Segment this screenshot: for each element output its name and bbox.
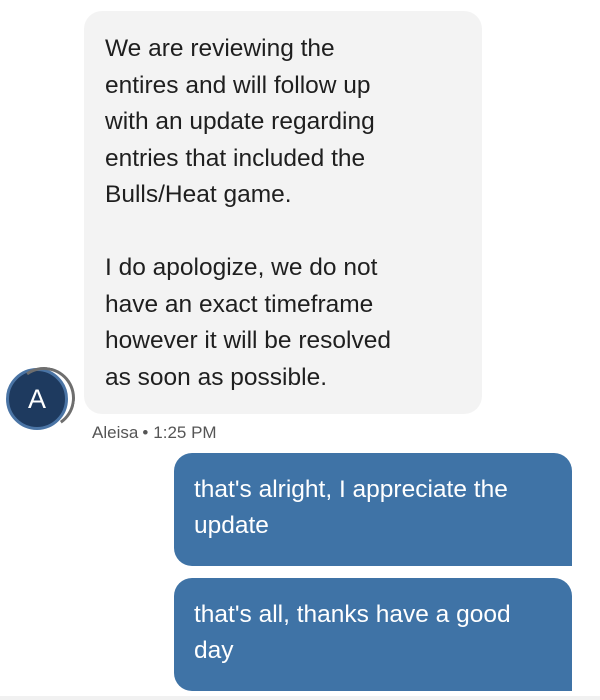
agent-avatar[interactable]: A	[6, 368, 68, 430]
outgoing-message-bubble: that's all, thanks have a good day	[174, 578, 572, 691]
sender-name: Aleisa	[92, 423, 139, 442]
chat-thread: We are reviewing the entires and will fo…	[0, 0, 600, 700]
avatar-initial: A	[27, 383, 46, 414]
message-timestamp: 1:25 PM	[153, 423, 217, 442]
outgoing-message-bubble: that's alright, I appreciate the update	[174, 453, 572, 566]
meta-separator: •	[142, 423, 149, 442]
divider	[0, 696, 600, 700]
message-meta: Aleisa • 1:25 PM	[92, 422, 217, 444]
incoming-message-bubble: We are reviewing the entires and will fo…	[84, 11, 482, 414]
